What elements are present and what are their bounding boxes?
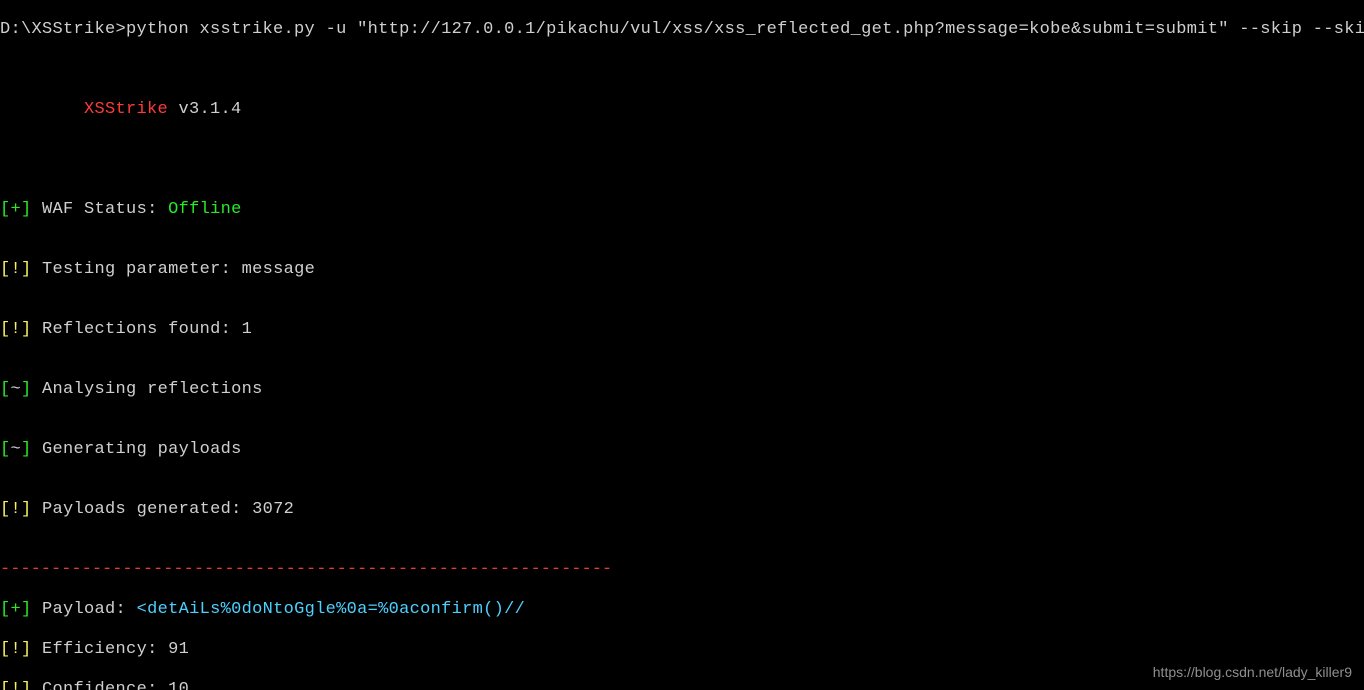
waf-status-line: [+] WAF Status: Offline [0, 200, 1364, 220]
bracket-open: [ [0, 320, 11, 339]
bracket-close: ] [21, 260, 32, 279]
plus-icon: + [11, 200, 22, 219]
blank [0, 60, 1364, 80]
bracket-close: ] [21, 440, 32, 459]
tilde-icon: ~ [11, 440, 22, 459]
bang-icon: ! [11, 640, 22, 659]
bracket-close: ] [21, 200, 32, 219]
bang-icon: ! [11, 500, 22, 519]
reflections-line: [!] Reflections found: 1 [0, 320, 1364, 340]
payload-label: Payload: [32, 600, 137, 619]
bracket-close: ] [21, 380, 32, 399]
waf-label: WAF Status: [32, 200, 169, 219]
generating-text: Generating payloads [32, 440, 242, 459]
bracket-open: [ [0, 200, 11, 219]
command: python xsstrike.py -u "http://127.0.0.1/… [126, 20, 1364, 39]
efficiency-line: [!] Efficiency: 91 [0, 640, 1364, 660]
bracket-close: ] [21, 500, 32, 519]
testing-line: [!] Testing parameter: message [0, 260, 1364, 280]
bang-icon: ! [11, 260, 22, 279]
conf-label: Confidence: [32, 680, 169, 690]
plus-icon: + [11, 600, 22, 619]
cwd: D:\XSStrike> [0, 20, 126, 39]
watermark: https://blog.csdn.net/lady_killer9 [1153, 662, 1352, 682]
payloads-generated-text: Payloads generated: 3072 [32, 500, 295, 519]
bang-icon: ! [11, 320, 22, 339]
eff-label: Efficiency: [32, 640, 169, 659]
bang-icon: ! [11, 680, 22, 690]
reflections-text: Reflections found: 1 [32, 320, 253, 339]
blank [0, 140, 1364, 160]
payloads-generated-line: [!] Payloads generated: 3072 [0, 500, 1364, 520]
tool-name: XSStrike [84, 100, 168, 119]
separator: ----------------------------------------… [0, 560, 1364, 580]
bracket-open: [ [0, 440, 11, 459]
testing-text: Testing parameter: message [32, 260, 316, 279]
payload-value: <detAiLs%0doNtoGgle%0a=%0aconfirm()// [137, 600, 526, 619]
conf-value: 10 [168, 680, 189, 690]
generating-line: [~] Generating payloads [0, 440, 1364, 460]
analysing-text: Analysing reflections [32, 380, 263, 399]
tilde-icon: ~ [11, 380, 22, 399]
bracket-open: [ [0, 380, 11, 399]
bracket-close: ] [21, 320, 32, 339]
command-line: D:\XSStrike>python xsstrike.py -u "http:… [0, 20, 1364, 40]
bracket-open: [ [0, 500, 11, 519]
payload-line: [+] Payload: <detAiLs%0doNtoGgle%0a=%0ac… [0, 600, 1364, 620]
analysing-line: [~] Analysing reflections [0, 380, 1364, 400]
tool-version: v3.1.4 [168, 100, 242, 119]
eff-value: 91 [168, 640, 189, 659]
bracket-open: [ [0, 260, 11, 279]
waf-value: Offline [168, 200, 242, 219]
banner: XSStrike v3.1.4 [0, 100, 1364, 120]
terminal-output: D:\XSStrike>python xsstrike.py -u "http:… [0, 0, 1364, 690]
